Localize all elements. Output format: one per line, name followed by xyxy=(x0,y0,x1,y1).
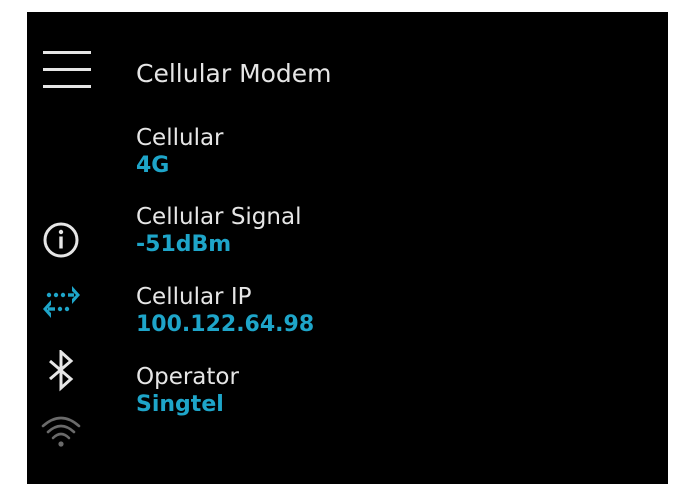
menu-bar xyxy=(43,68,91,71)
field-cellular-ip: Cellular IP 100.122.64.98 xyxy=(136,283,314,338)
data-transfer-icon xyxy=(37,278,85,320)
field-label: Operator xyxy=(136,364,239,390)
menu-bar xyxy=(43,51,91,54)
device-screen: Cellular Modem Cellular 4G Cellular Sign… xyxy=(27,12,668,484)
field-value: 100.122.64.98 xyxy=(136,312,315,337)
bluetooth-icon xyxy=(37,350,85,392)
field-cellular: Cellular 4G xyxy=(136,124,224,179)
wifi-icon xyxy=(37,412,85,454)
field-value: -51dBm xyxy=(136,232,232,257)
menu-bar xyxy=(43,85,91,88)
field-label: Cellular IP xyxy=(136,284,252,310)
hamburger-menu-icon[interactable] xyxy=(41,49,93,93)
page-title: Cellular Modem xyxy=(136,59,332,88)
info-icon[interactable] xyxy=(37,219,85,261)
field-operator: Operator Singtel xyxy=(136,363,239,418)
field-value: 4G xyxy=(136,153,170,178)
field-label: Cellular Signal xyxy=(136,204,302,230)
field-value: Singtel xyxy=(136,392,224,417)
field-label: Cellular xyxy=(136,125,224,151)
field-cellular-signal: Cellular Signal -51dBm xyxy=(136,203,301,258)
